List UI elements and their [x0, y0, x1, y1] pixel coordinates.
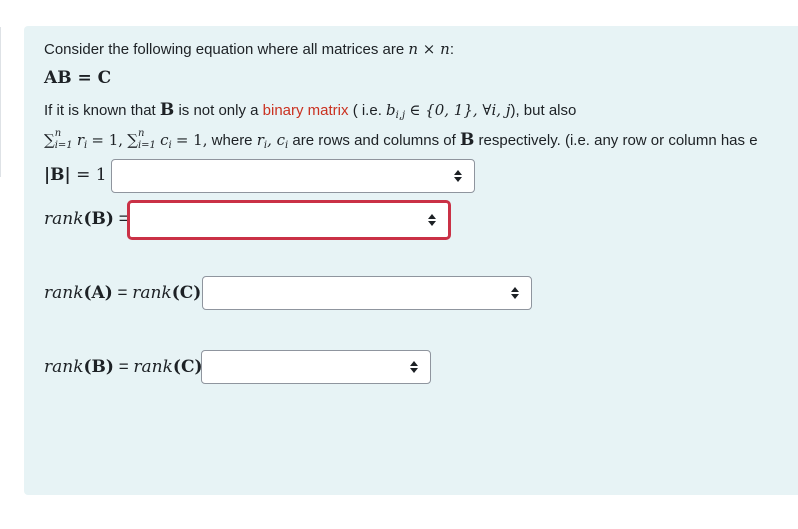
sum-sub-1: i=1 — [54, 140, 73, 151]
det-bars: |B| — [44, 165, 71, 185]
rank-a-word: rank — [44, 283, 84, 303]
sum-symbol-1: ∑ — [44, 131, 55, 149]
equation: AB = C — [44, 68, 112, 88]
where-c-sub: i — [285, 140, 289, 151]
intro-math: n × n — [408, 40, 450, 58]
select-arrows-icon — [511, 286, 519, 300]
det-b-select[interactable] — [111, 159, 475, 193]
cond1-mid: is not only a — [178, 102, 259, 119]
where-text: where — [211, 132, 253, 149]
matrix-b-symbol: B — [159, 100, 175, 120]
row-var: r — [76, 131, 85, 149]
condition-line-1: If it is known that B is not only a bina… — [44, 100, 576, 121]
rank-b-c-select[interactable] — [201, 350, 431, 384]
cond1-math-b: b — [386, 101, 396, 119]
rank-a-label: rank(A) = rank(C) — [44, 283, 201, 303]
left-divider — [0, 27, 1, 177]
rank-b-select[interactable] — [127, 200, 451, 240]
rank-b-arg: (B) — [83, 209, 114, 229]
select-arrows-icon — [428, 213, 436, 227]
row-var-sub: i — [84, 140, 88, 151]
intro-text: Consider the following equation where al… — [44, 41, 405, 58]
cond2-end: respectively. (i.e. any row or column ha… — [478, 132, 758, 149]
binary-matrix-link[interactable]: binary matrix — [263, 102, 349, 119]
sum-eq-2: = 1, — [175, 131, 208, 149]
det-label: |B| = 1 — [44, 165, 107, 185]
rank-a-c-select[interactable] — [202, 276, 532, 310]
cond1-math-set: ∈ {0, 1}, ∀i, j — [409, 101, 511, 119]
sum-eq-1: = 1, — [91, 131, 124, 149]
sum-symbol-2: ∑ — [127, 131, 138, 149]
col-var-sub: i — [168, 140, 172, 151]
where-c: , c — [267, 131, 286, 149]
intro-line: Consider the following equation where al… — [44, 40, 454, 58]
rank-bc-rhs-word: rank — [133, 357, 173, 377]
rank-bc-label: rank(B) = rank(C) — [44, 357, 203, 377]
rank-c-word: rank — [132, 283, 172, 303]
condition-line-2: ∑ n i=1 ri = 1, ∑ n i=1 ci = 1, where ri, ci… — [44, 128, 758, 151]
rank-bc-eq: = — [118, 357, 129, 376]
question-panel: Consider the following equation where al… — [24, 26, 798, 495]
intro-colon: : — [449, 41, 454, 58]
where-r: r — [256, 131, 264, 149]
rank-b-word: rank — [44, 209, 84, 229]
matrix-b-symbol-2: B — [459, 130, 475, 150]
rank-bc-word: rank — [44, 357, 84, 377]
rank-bc-arg: (B) — [83, 357, 114, 377]
sum-sup-1: n — [54, 128, 62, 139]
sum-sub-2: i=1 — [137, 140, 156, 151]
rank-a-arg: (A) — [83, 283, 113, 303]
cond1-start: If it is known that — [44, 102, 156, 119]
rank-b-label: rank(B) = — [44, 209, 129, 229]
select-arrows-icon — [454, 169, 462, 183]
select-arrows-icon — [410, 360, 418, 374]
cond1-end: ), but also — [510, 102, 577, 119]
cond2-tail: are rows and columns of — [292, 132, 456, 149]
det-eq: = 1 — [76, 165, 107, 185]
rank-c-arg: (C) — [171, 283, 202, 303]
rank-bc-rhs-arg: (C) — [172, 357, 203, 377]
cond1-ie: ( i.e. — [352, 102, 382, 119]
rank-a-eq: = — [117, 283, 128, 302]
cond1-math-sub: i,j — [395, 110, 406, 121]
sum-sup-2: n — [137, 128, 145, 139]
